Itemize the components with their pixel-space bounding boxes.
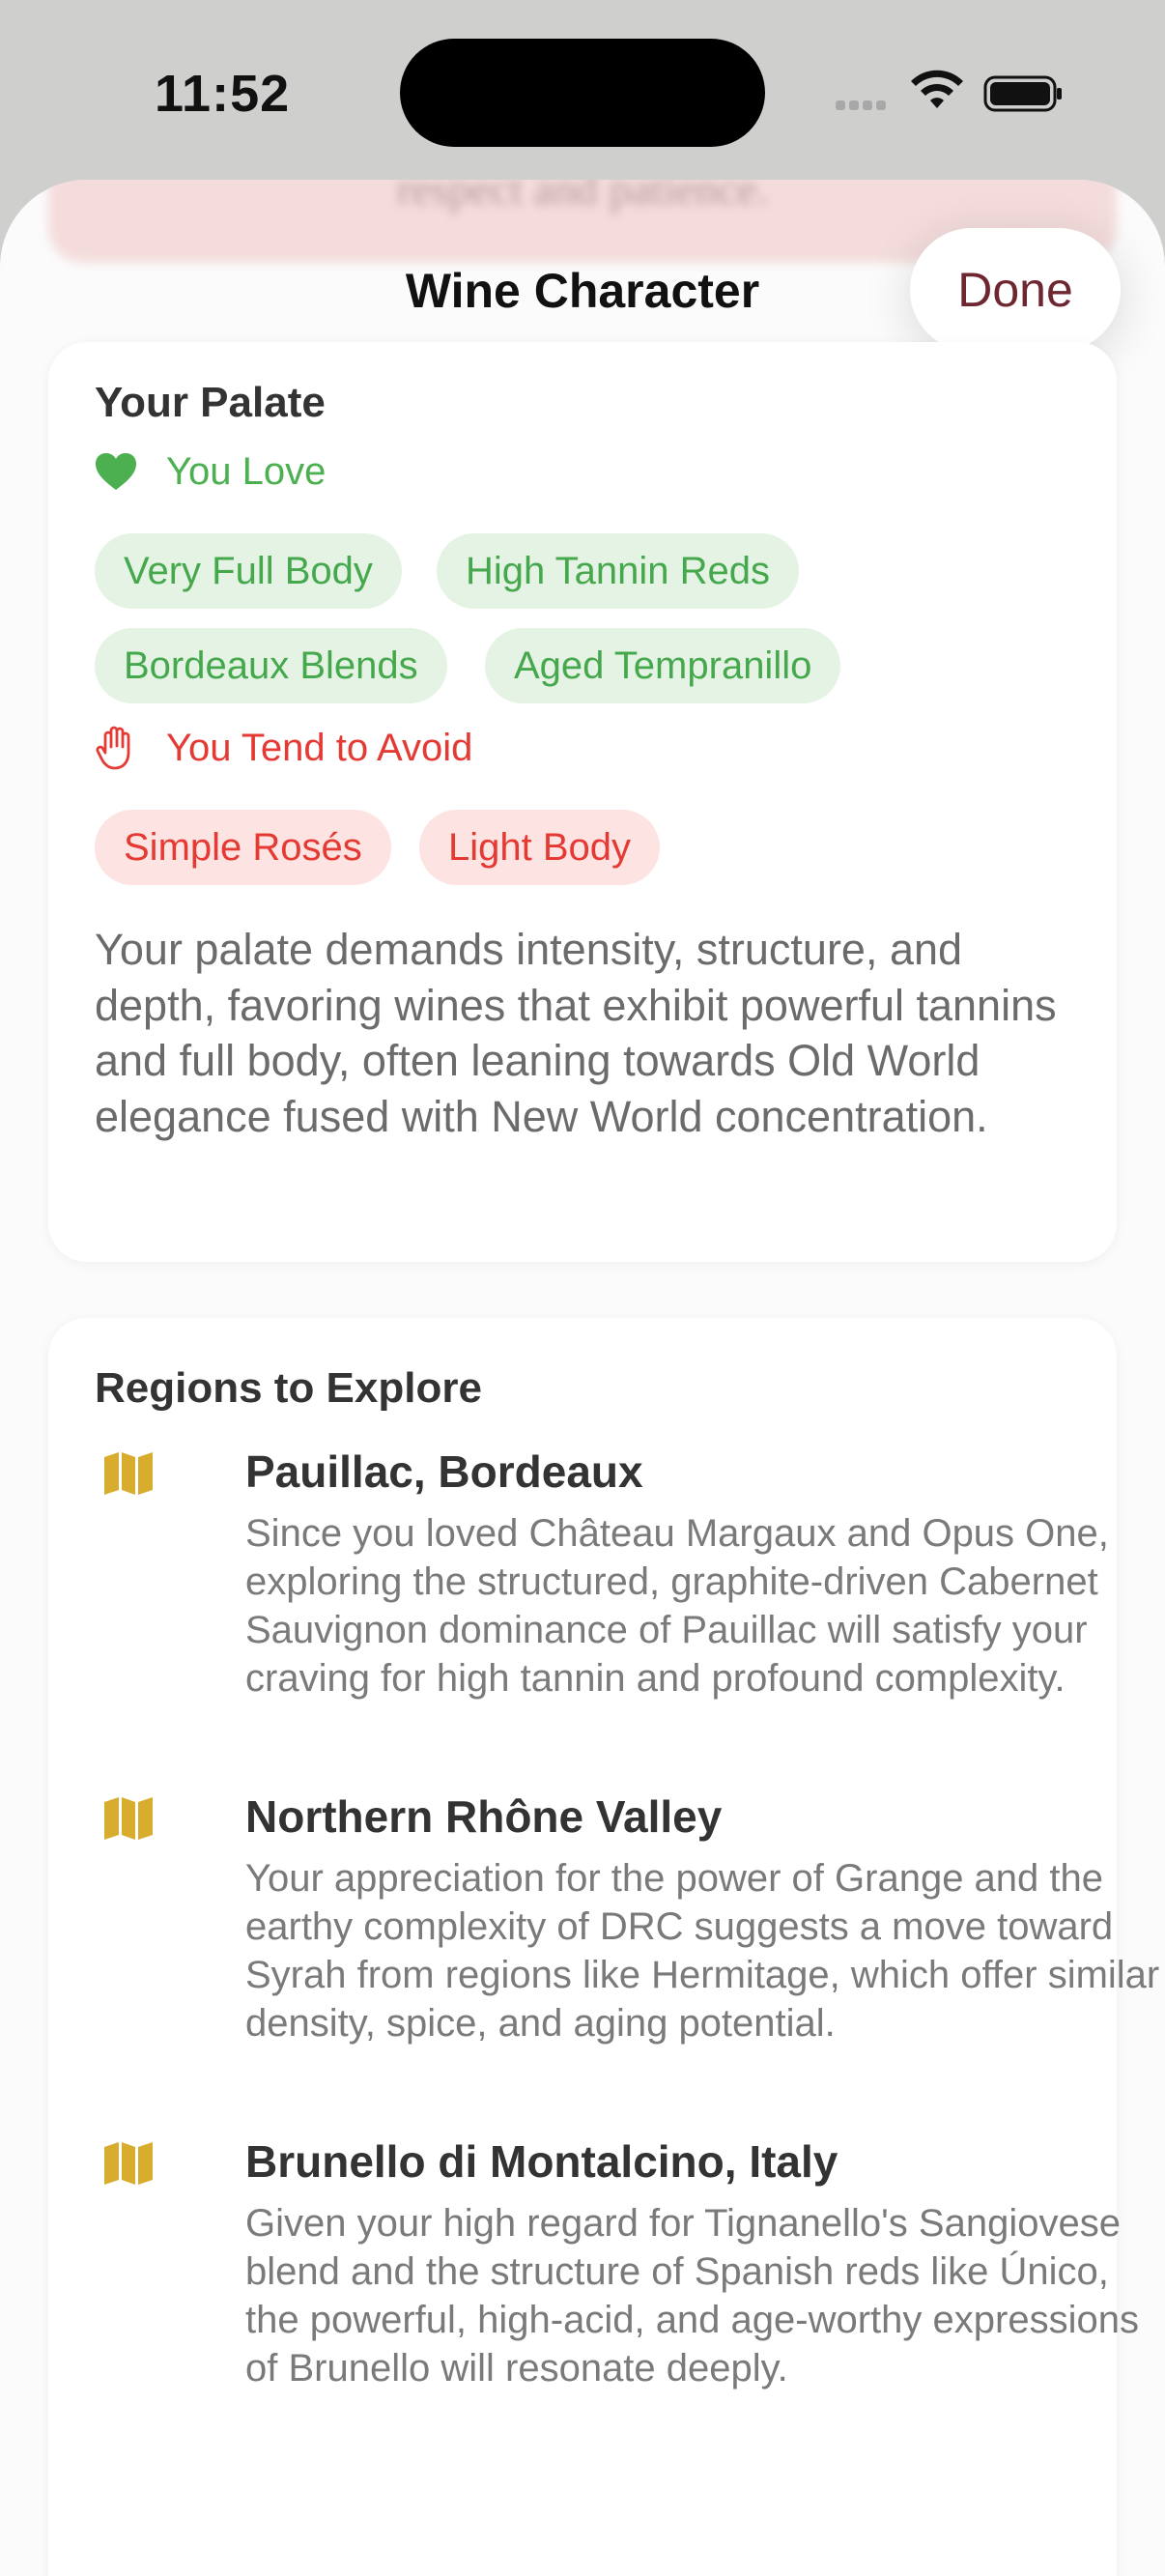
avoid-chip: Light Body [419,810,661,885]
map-icon [104,1797,153,1840]
heart-icon [96,453,136,490]
raised-hand-icon [96,726,130,770]
love-label-row: You Love [95,443,326,501]
wifi-icon [911,70,963,108]
region-name: Brunello di Montalcino, Italy [245,2136,838,2187]
done-button[interactable]: Done [910,228,1121,352]
region-name: Northern Rhône Valley [245,1791,723,1842]
region-description: Your appreciation for the power of Grang… [245,1857,1160,2045]
map-icon [104,2142,153,2185]
avoid-label: You Tend to Avoid [166,726,473,769]
regions-heading: Regions to Explore [95,1364,482,1412]
love-label: You Love [166,449,327,493]
status-bar: 11:52 [0,0,1165,184]
cellular-signal-icon [836,100,886,110]
love-chip: High Tannin Reds [437,533,800,609]
wine-character-sheet: respect and patience. Wine Character Don… [0,180,1165,2576]
region-description: Given your high regard for Tignanello's … [245,2202,1139,2390]
palate-card: Your Palate You Love Very Full Body High… [48,342,1117,1262]
palate-heading: Your Palate [95,379,326,426]
avoid-chip: Simple Rosés [95,810,391,885]
love-chip: Very Full Body [95,533,402,609]
love-chip: Aged Tempranillo [485,628,841,703]
love-chip: Bordeaux Blends [95,628,447,703]
region-name: Pauillac, Bordeaux [245,1446,643,1497]
map-icon [104,1452,153,1495]
regions-card: Regions to Explore Pauillac, Bordeaux Si… [48,1318,1159,2576]
region-description: Since you loved Château Margaux and Opus… [245,1512,1109,1700]
status-time: 11:52 [155,65,291,123]
avoid-label-row: You Tend to Avoid [95,719,472,777]
battery-icon [983,75,1062,112]
palate-summary: Your palate demands intensity, structure… [95,925,1057,1141]
dynamic-island [400,39,765,147]
status-icons [836,70,1062,112]
